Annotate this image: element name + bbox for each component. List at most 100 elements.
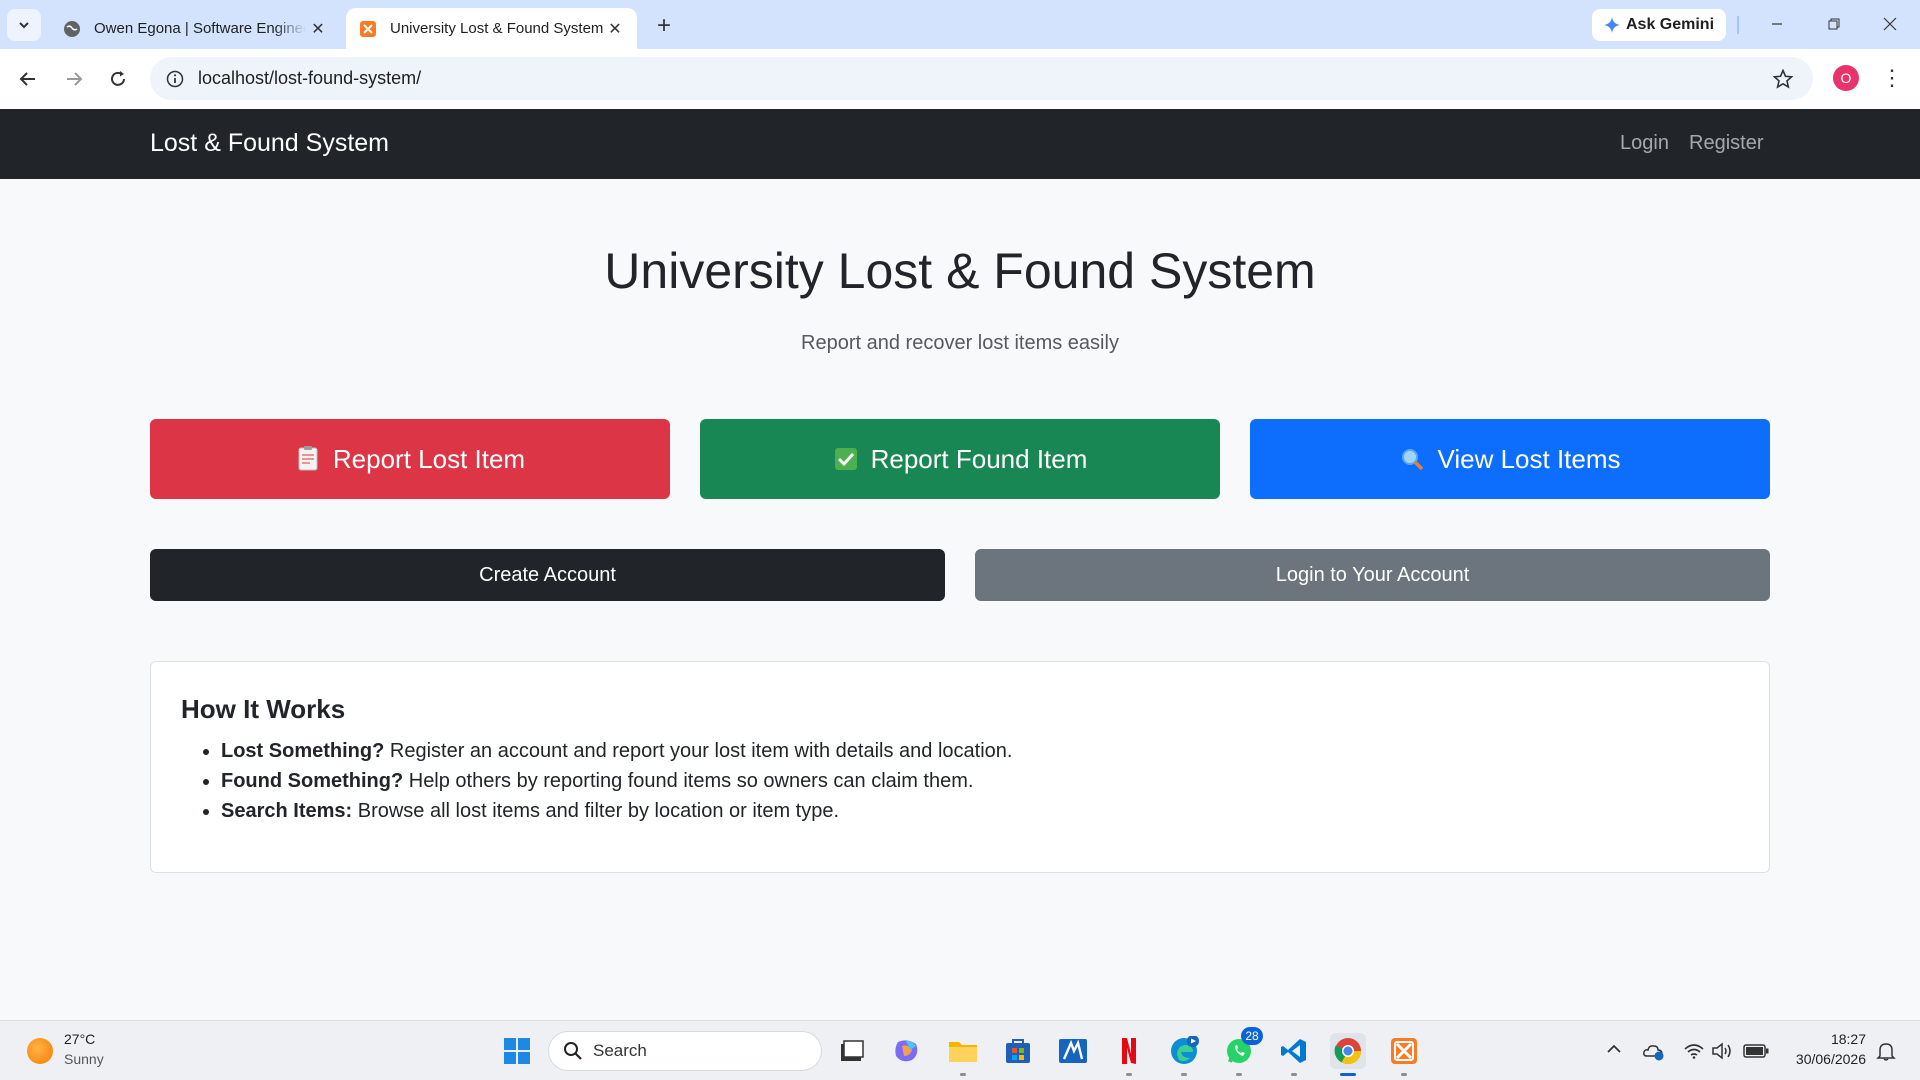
arrow-right-icon (67, 72, 83, 86)
nav-login-link[interactable]: Login (1620, 132, 1669, 155)
chevron-down-icon (19, 22, 29, 29)
create-account-button[interactable]: Create Account (150, 549, 945, 601)
running-indicator (1340, 1073, 1356, 1076)
close-icon[interactable]: ✕ (306, 17, 330, 41)
bell-icon (1876, 1043, 1896, 1061)
list-item-text: Register an account and report your lost… (384, 740, 1013, 762)
site-info-icon[interactable] (164, 68, 186, 90)
folder-icon (949, 1042, 977, 1062)
chrome-icon (1334, 1038, 1362, 1065)
start-button[interactable] (499, 1033, 535, 1069)
list-item: Found Something? Help others by reportin… (221, 766, 1012, 796)
math-app-icon (1059, 1039, 1087, 1063)
forward-button[interactable] (57, 62, 91, 96)
tab-title: Owen Egona | Software Engineer (94, 20, 306, 37)
sun-icon[interactable] (27, 1038, 53, 1064)
tab-lost-found[interactable]: University Lost & Found System ✕ (346, 8, 637, 49)
report-lost-item-label: Report Lost Item (332, 443, 526, 474)
weather-condition[interactable]: Sunny (64, 1051, 104, 1067)
edge-icon (1171, 1036, 1199, 1064)
browser-toolbar: localhost/lost-found-system/ O ⋮ (0, 49, 1920, 109)
netflix-button[interactable] (1111, 1033, 1147, 1076)
volume-tray-button[interactable] (1710, 1039, 1734, 1063)
view-lost-items-button[interactable]: View Lost Items (1250, 419, 1770, 499)
minimize-button[interactable] (1753, 8, 1801, 40)
list-item-label: Search Items: (221, 800, 353, 822)
list-item-label: Found Something? (221, 770, 404, 792)
chrome-button[interactable] (1330, 1033, 1366, 1076)
address-bar[interactable]: localhost/lost-found-system/ (150, 57, 1813, 100)
cloud-icon (1643, 1045, 1664, 1061)
mathtype-button[interactable] (1055, 1033, 1091, 1069)
running-indicator (1291, 1073, 1297, 1076)
how-it-works-title: How It Works (181, 694, 346, 724)
vscode-button[interactable] (1276, 1033, 1312, 1076)
running-indicator (960, 1073, 966, 1076)
restore-icon (1828, 18, 1840, 30)
tab-owen-egona[interactable]: Owen Egona | Software Engineer ✕ (50, 8, 340, 49)
running-indicator (1236, 1073, 1242, 1076)
site-navbar: Lost & Found System Login Register (0, 109, 1920, 179)
running-indicator (1401, 1073, 1407, 1076)
running-indicator (1126, 1073, 1132, 1076)
store-icon (1006, 1039, 1030, 1063)
close-icon (1883, 17, 1897, 31)
clock-date[interactable]: 30/06/2026 (1780, 1051, 1866, 1067)
clock-time[interactable]: 18:27 (1800, 1031, 1866, 1047)
windows-logo-icon (504, 1038, 530, 1064)
report-found-item-label: Report Found Item (870, 443, 1088, 474)
globe-icon (62, 19, 82, 39)
reload-button[interactable] (101, 62, 135, 96)
ask-gemini-button[interactable]: Ask Gemini (1592, 9, 1726, 41)
speaker-icon (1712, 1042, 1731, 1060)
wifi-icon (1684, 1044, 1704, 1059)
task-view-icon (841, 1040, 864, 1061)
nav-register-link[interactable]: Register (1689, 132, 1763, 155)
login-account-button[interactable]: Login to Your Account (975, 549, 1770, 601)
whatsapp-button[interactable]: 28 (1221, 1027, 1263, 1076)
tab-search-button[interactable] (7, 9, 41, 41)
copilot-button[interactable] (889, 1033, 925, 1069)
ask-gemini-label: Ask Gemini (1625, 16, 1715, 33)
task-view-button[interactable] (834, 1033, 870, 1069)
battery-tray-button[interactable] (1742, 1039, 1770, 1063)
onedrive-tray-button[interactable] (1642, 1039, 1666, 1063)
weather-temperature[interactable]: 27°C (64, 1031, 95, 1047)
new-tab-button[interactable]: + (650, 12, 678, 40)
microsoft-store-button[interactable] (1000, 1033, 1036, 1069)
back-button[interactable] (11, 62, 45, 96)
reload-icon (111, 71, 125, 86)
netflix-icon (1122, 1038, 1136, 1064)
url-text[interactable]: localhost/lost-found-system/ (198, 68, 421, 89)
view-lost-items-label: View Lost Items (1437, 443, 1621, 474)
how-it-works-card: How It Works Lost Something? Register an… (150, 661, 1770, 873)
report-found-item-button[interactable]: Report Found Item (700, 419, 1220, 499)
list-item: Lost Something? Register an account and … (221, 736, 1012, 766)
edge-button[interactable] (1166, 1033, 1202, 1076)
show-hidden-icons-button[interactable] (1604, 1039, 1624, 1059)
page-subtitle: Report and recover lost items easily (801, 332, 1119, 354)
running-indicator (1181, 1073, 1187, 1076)
xampp-button[interactable] (1386, 1033, 1422, 1076)
xampp-icon (1391, 1038, 1417, 1064)
notification-center-button[interactable] (1874, 1039, 1898, 1063)
restore-button[interactable] (1810, 8, 1858, 40)
bookmark-star-icon[interactable] (1771, 67, 1795, 91)
taskbar-search[interactable]: Search (548, 1031, 822, 1071)
navbar-brand[interactable]: Lost & Found System (150, 129, 389, 158)
profile-avatar[interactable]: O (1833, 65, 1859, 91)
browser-menu-icon[interactable]: ⋮ (1880, 63, 1904, 93)
wifi-tray-button[interactable] (1682, 1039, 1706, 1063)
arrow-left-icon (19, 72, 35, 86)
toolbar-divider (1737, 16, 1739, 34)
file-explorer-button[interactable] (945, 1033, 981, 1076)
close-window-button[interactable] (1866, 8, 1914, 40)
check-mark-icon (833, 446, 859, 472)
report-lost-item-button[interactable]: Report Lost Item (150, 419, 670, 499)
close-icon[interactable]: ✕ (603, 17, 627, 41)
how-it-works-list: Lost Something? Register an account and … (221, 736, 1012, 826)
copilot-icon (895, 1040, 918, 1062)
magnifier-icon (1399, 446, 1425, 472)
notification-badge: 28 (1241, 1027, 1263, 1045)
taskbar-search-placeholder: Search (593, 1041, 647, 1060)
